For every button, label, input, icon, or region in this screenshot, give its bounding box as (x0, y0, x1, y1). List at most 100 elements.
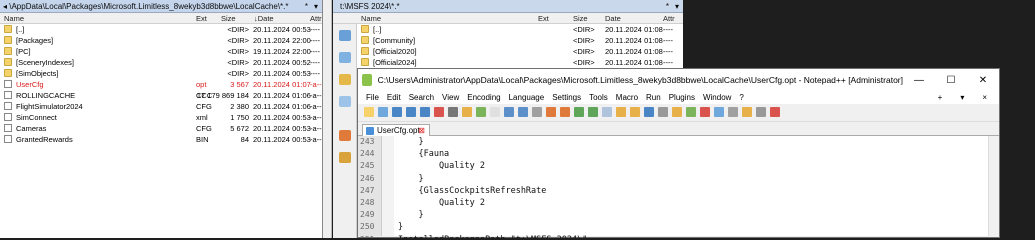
file-name: [SceneryIndexes] (16, 58, 74, 67)
menu-item[interactable]: Settings (548, 93, 585, 102)
file-row[interactable]: UserCfg opt 20.11.2024 01:07 -a-- 3 567 (0, 79, 322, 90)
toolbar-button-icon[interactable] (448, 107, 458, 117)
file-date: 20.11.2024 01:08 (605, 58, 663, 67)
menu-item[interactable]: Window (699, 93, 735, 102)
right-path-bar[interactable]: t:\MSFS 2024\*.* * ▾ (333, 0, 683, 13)
toolbar-button-icon[interactable] (742, 107, 752, 117)
code-line: 250} (358, 222, 978, 234)
menu-item[interactable]: Tools (585, 93, 612, 102)
code-editor[interactable]: 243 } 244 {Fauna 245 Quality 2 246 } 247 {Gl… (358, 136, 999, 238)
move-icon[interactable] (339, 96, 351, 107)
toolbar-button-icon[interactable] (364, 107, 374, 117)
left-history-button[interactable]: * (305, 2, 308, 11)
toolbar-button-icon[interactable] (686, 107, 696, 117)
col-name[interactable]: Name (361, 14, 381, 23)
col-date[interactable]: Date (605, 14, 621, 23)
menu-item[interactable]: Edit (383, 93, 405, 102)
file-ext: CFG (196, 124, 212, 133)
file-row[interactable]: ROLLINGCACHE CCC 20.11.2024 01:06 -a-- 17 17… (0, 90, 322, 101)
right-dropdown-button[interactable]: ▾ (675, 2, 679, 11)
minimize-button[interactable]: — (903, 75, 935, 86)
file-row[interactable]: [..] 20.11.2024 00:53 ---- <DIR> (0, 24, 322, 35)
toolbar-button-icon[interactable] (392, 107, 402, 117)
menu-control[interactable]: × (978, 93, 991, 102)
toolbar-button-icon[interactable] (574, 107, 584, 117)
file-row[interactable]: [Official2020] <DIR> 20.11.2024 01:08 ---- (333, 46, 683, 57)
toolbar-button-icon[interactable] (518, 107, 528, 117)
toolbar-button-icon[interactable] (616, 107, 626, 117)
toolbar-button-icon[interactable] (504, 107, 514, 117)
menu-control[interactable]: ▾ (956, 93, 968, 102)
file-row[interactable]: [Packages] 20.11.2024 22:00 ---- <DIR> (0, 35, 322, 46)
toolbar-button-icon[interactable] (756, 107, 766, 117)
col-ext[interactable]: Ext (538, 14, 549, 23)
toolbar-button-icon[interactable] (658, 107, 668, 117)
file-row[interactable]: [PC] 19.11.2024 22:00 ---- <DIR> (0, 46, 322, 57)
file-row[interactable]: SimConnect xml 20.11.2024 00:53 -a-- 1 750 (0, 112, 322, 123)
right-history-button[interactable]: * (666, 2, 669, 11)
toolbar-button-icon[interactable] (770, 107, 780, 117)
col-attr[interactable]: Attr (663, 14, 675, 23)
vertical-scrollbar[interactable] (988, 136, 999, 236)
toolbar-button-icon[interactable] (378, 107, 388, 117)
file-icon (4, 124, 12, 132)
file-row[interactable]: FlightSimulator2024 CFG 20.11.2024 01:06 -a… (0, 101, 322, 112)
col-ext[interactable]: Ext (196, 14, 207, 23)
toolbar-button-icon[interactable] (420, 107, 430, 117)
col-date[interactable]: ↓Date (254, 14, 274, 23)
menu-item[interactable]: Encoding (463, 93, 504, 102)
file-row[interactable]: [SimObjects] 20.11.2024 00:53 ---- <DIR> (0, 68, 322, 79)
toolbar-button-icon[interactable] (560, 107, 570, 117)
settings-icon[interactable] (339, 152, 351, 163)
folder-icon[interactable] (339, 74, 351, 85)
menu-control[interactable]: + (934, 93, 947, 102)
copy-icon[interactable] (339, 52, 351, 63)
col-attr[interactable]: Attr (310, 14, 322, 23)
panel-divider[interactable] (323, 0, 332, 238)
notepad-titlebar[interactable]: C:\Users\Administrator\AppData\Local\Pac… (358, 69, 999, 91)
toolbar-button-icon[interactable] (546, 107, 556, 117)
file-row[interactable]: [SceneryIndexes] 20.11.2024 00:52 ---- <DIR… (0, 57, 322, 68)
menu-item[interactable]: Language (505, 93, 549, 102)
menu-item[interactable]: Run (642, 93, 665, 102)
left-dropdown-button[interactable]: ▾ (314, 2, 318, 11)
file-row[interactable]: [Community] <DIR> 20.11.2024 01:08 ---- (333, 35, 683, 46)
toolbar-button-icon[interactable] (714, 107, 724, 117)
col-size[interactable]: Size (221, 14, 236, 23)
col-name[interactable]: Name (4, 14, 24, 23)
menu-item[interactable]: File (362, 93, 383, 102)
close-button[interactable]: ✕ (967, 75, 999, 86)
toolbar-button-icon[interactable] (476, 107, 486, 117)
tab-close-icon[interactable]: ⊠ (418, 125, 425, 136)
menu-item[interactable]: Plugins (665, 93, 699, 102)
menu-item[interactable]: Search (405, 93, 438, 102)
left-path-bar[interactable]: ◂ \AppData\Local\Packages\Microsoft.Limi… (0, 0, 322, 13)
file-row[interactable]: GrantedRewards BIN 20.11.2024 00:53 -a-- 84 (0, 134, 322, 145)
toolbar-button-icon[interactable] (672, 107, 682, 117)
toolbar-button-icon[interactable] (602, 107, 612, 117)
file-attr: -a-- (310, 91, 322, 100)
toolbar-button-icon[interactable] (588, 107, 598, 117)
code-line: 251 InstalledPackagesPath "t:\MSFS 2024\" (358, 235, 978, 238)
toolbar-button-icon[interactable] (700, 107, 710, 117)
file-date: 20.11.2024 00:53 (253, 113, 311, 122)
toolbar-button-icon[interactable] (490, 107, 500, 117)
toolbar-button-icon[interactable] (532, 107, 542, 117)
file-row[interactable]: [..] <DIR> 20.11.2024 01:08 ---- (333, 24, 683, 35)
toolbar-button-icon[interactable] (644, 107, 654, 117)
toolbar-button-icon[interactable] (630, 107, 640, 117)
toolbar-button-icon[interactable] (406, 107, 416, 117)
file-row[interactable]: Cameras CFG 20.11.2024 00:53 -a-- 5 672 (0, 123, 322, 134)
archive-icon[interactable] (339, 130, 351, 141)
menu-item[interactable]: Macro (612, 93, 642, 102)
refresh-icon[interactable] (339, 30, 351, 41)
col-size[interactable]: Size (573, 14, 588, 23)
file-row[interactable]: [Official2024] <DIR> 20.11.2024 01:08 ---- (333, 57, 683, 68)
toolbar-button-icon[interactable] (728, 107, 738, 117)
toolbar-button-icon[interactable] (434, 107, 444, 117)
menu-item[interactable]: ? (735, 93, 747, 102)
toolbar-button-icon[interactable] (462, 107, 472, 117)
maximize-button[interactable]: ☐ (935, 75, 967, 86)
file-name: [Packages] (16, 36, 54, 45)
menu-item[interactable]: View (438, 93, 463, 102)
